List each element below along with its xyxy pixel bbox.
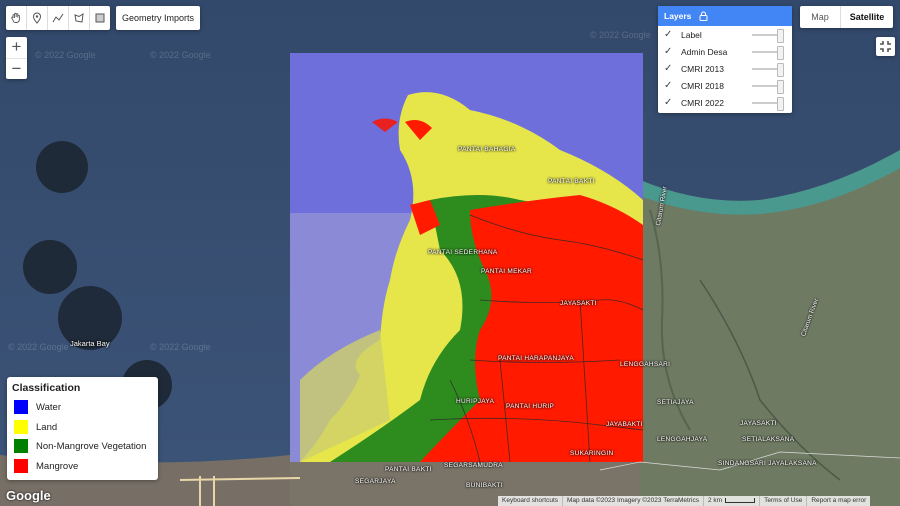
legend-item-non-mangrove: Non-Mangrove Vegetation: [14, 439, 146, 453]
map-label: SETIALAKSANA: [742, 436, 795, 443]
map-label: SETIAJAYA: [657, 399, 694, 406]
checkbox-checked-icon[interactable]: ✓: [664, 80, 676, 91]
layer-row-label[interactable]: ✓ Label: [658, 26, 792, 43]
legend-title: Classification: [12, 382, 81, 394]
legend-item-mangrove: Mangrove: [14, 459, 78, 473]
checkbox-checked-icon[interactable]: ✓: [664, 63, 676, 74]
opacity-slider[interactable]: [752, 97, 784, 111]
polyline-tool[interactable]: [48, 6, 69, 30]
layer-row-cmri-2018[interactable]: ✓ CMRI 2018: [658, 77, 792, 94]
map-label: PANTAI BAHAGIA: [458, 146, 516, 153]
legend-label: Non-Mangrove Vegetation: [36, 440, 147, 452]
zoom-in-button[interactable]: +: [6, 37, 27, 58]
layer-label: Label: [681, 29, 702, 40]
layer-label: Admin Desa: [681, 46, 728, 57]
marker-icon: [32, 12, 42, 24]
map-label: SUKARINGIN: [570, 450, 614, 457]
checkbox-checked-icon[interactable]: ✓: [664, 46, 676, 57]
legend-label: Water: [36, 401, 61, 413]
map-label: PANTAI SEDERHANA: [428, 249, 498, 256]
legend-label: Land: [36, 421, 58, 433]
opacity-slider[interactable]: [752, 80, 784, 94]
keyboard-shortcuts-link[interactable]: Keyboard shortcuts: [498, 496, 562, 506]
map-label: SEGARSAMUDRA: [444, 462, 503, 469]
report-error-link[interactable]: Report a map error: [806, 496, 870, 506]
map-type-map-button[interactable]: Map: [800, 6, 840, 28]
layers-panel: Layers ✓ Label ✓ Admin Desa ✓ CMRI 2013 …: [658, 6, 792, 113]
map-label: SEGARJAYA: [355, 478, 396, 485]
watermark: © 2022 Google: [590, 30, 651, 40]
drawing-tools: [6, 6, 110, 30]
legend-swatch: [14, 439, 28, 453]
scale-bar: [725, 497, 756, 503]
map-label: LENGGAHSARI: [620, 361, 671, 368]
map-label: JAYABAKTI: [606, 421, 643, 428]
google-logo[interactable]: Google: [6, 488, 51, 503]
legend-label: Mangrove: [36, 460, 79, 472]
map-data-text: Map data ©2023 Imagery ©2023 TerraMetric…: [562, 496, 703, 506]
checkbox-checked-icon[interactable]: ✓: [664, 97, 676, 108]
opacity-slider[interactable]: [752, 63, 784, 77]
layer-row-admin-desa[interactable]: ✓ Admin Desa: [658, 43, 792, 60]
layers-title: Layers: [664, 11, 692, 21]
lock-icon[interactable]: [699, 11, 708, 21]
geometry-imports-button[interactable]: Geometry Imports: [116, 6, 201, 30]
legend-item-water: Water: [14, 400, 61, 414]
map-label: PANTAI BAKTI: [548, 178, 595, 185]
hand-icon: [11, 12, 20, 23]
watermark: © 2022 Google: [8, 342, 69, 352]
checkbox-checked-icon[interactable]: ✓: [664, 29, 676, 40]
marker-tool[interactable]: [27, 6, 48, 30]
zoom-out-button[interactable]: −: [6, 57, 27, 80]
map-label: LENGGAHJAYA: [657, 436, 708, 443]
hand-tool[interactable]: [6, 6, 27, 30]
slider-handle[interactable]: [777, 97, 784, 111]
layer-row-cmri-2013[interactable]: ✓ CMRI 2013: [658, 60, 792, 77]
legend-item-land: Land: [14, 420, 57, 434]
map-label: PANTAI HARAPANJAYA: [498, 355, 574, 362]
map-label: PANTAI BAKTI: [385, 466, 432, 473]
map-type-control: Map Satellite: [800, 6, 893, 28]
legend-swatch: [14, 400, 28, 414]
map-label: BUNIBAKTI: [466, 482, 504, 489]
zoom-control: + −: [6, 37, 27, 79]
layer-label: CMRI 2013: [681, 63, 724, 74]
legend-swatch: [14, 420, 28, 434]
polygon-tool[interactable]: [69, 6, 90, 30]
map-label: SINDANGSARI JAYALAKSANA: [718, 460, 817, 467]
opacity-slider[interactable]: [752, 46, 784, 60]
polygon-icon: [74, 13, 84, 23]
terms-link[interactable]: Terms of Use: [759, 496, 806, 506]
watermark: © 2022 Google: [150, 50, 211, 60]
fullscreen-exit-icon: [880, 41, 891, 52]
rectangle-icon: [95, 13, 105, 23]
map-type-satellite-button[interactable]: Satellite: [840, 6, 893, 28]
polyline-icon: [52, 13, 64, 23]
slider-handle[interactable]: [777, 63, 784, 77]
map-label: PANTAI MEKAR: [481, 268, 533, 275]
scale-indicator[interactable]: 2 km: [702, 496, 759, 506]
map-attribution: Keyboard shortcuts Map data ©2023 Imager…: [498, 496, 871, 506]
map-label: Jakarta Bay: [70, 339, 110, 348]
map-label: JAYASAKTI: [560, 300, 597, 307]
rectangle-tool[interactable]: [90, 6, 110, 30]
watermark: © 2022 Google: [35, 50, 96, 60]
layers-header[interactable]: Layers: [658, 6, 792, 26]
map-label: HURIPJAYA: [456, 398, 495, 405]
legend-swatch: [14, 459, 28, 473]
classification-legend: Classification Water Land Non-Mangrove V…: [7, 377, 158, 480]
watermark: © 2022 Google: [150, 342, 211, 352]
slider-handle[interactable]: [777, 46, 784, 60]
slider-handle[interactable]: [777, 29, 784, 43]
layer-row-cmri-2022[interactable]: ✓ CMRI 2022: [658, 94, 792, 111]
map-label: JAYASAKTI: [740, 420, 777, 427]
map-label: PANTAI HURIP: [506, 403, 555, 410]
layer-label: CMRI 2022: [681, 97, 724, 108]
fullscreen-button[interactable]: [876, 37, 895, 56]
layer-label: CMRI 2018: [681, 80, 724, 91]
slider-handle[interactable]: [777, 80, 784, 94]
opacity-slider[interactable]: [752, 29, 784, 43]
scale-label: 2 km: [707, 497, 723, 504]
